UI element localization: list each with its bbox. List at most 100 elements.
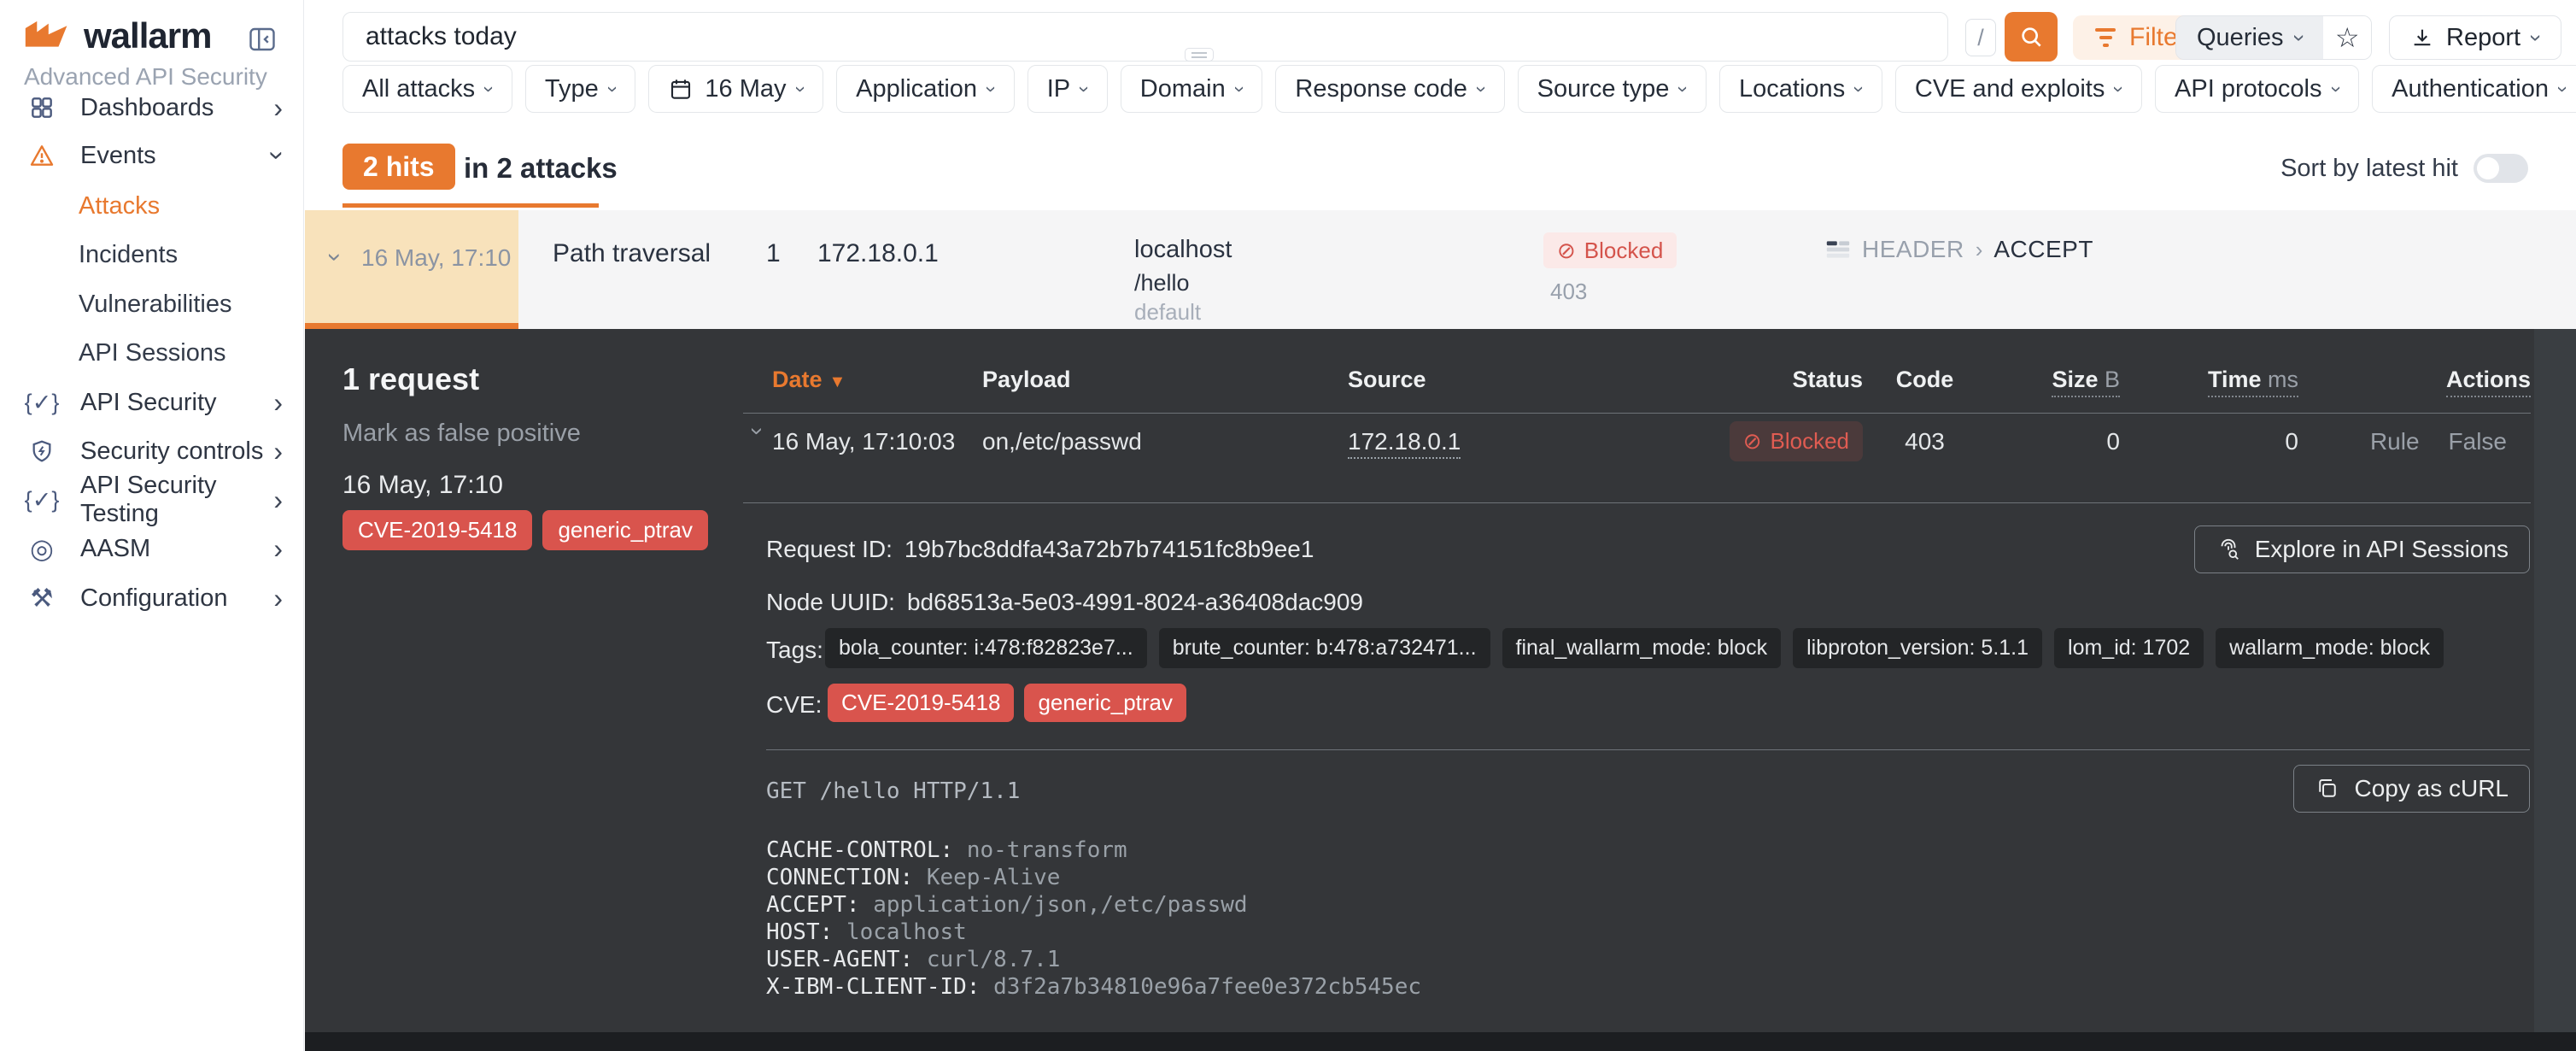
chevron-down-icon: › <box>2286 34 2312 42</box>
attack-date-cell[interactable]: › 16 May, 17:10 <box>305 210 518 329</box>
attack-detail-badges: CVE-2019-5418 generic_ptrav <box>342 510 708 550</box>
status-badge: ⊘Blocked <box>1730 421 1863 461</box>
column-header-payload[interactable]: Payload <box>982 367 1348 393</box>
sidebar-item-incidents[interactable]: Incidents <box>79 237 284 273</box>
sort-desc-icon: ▼ <box>829 373 846 391</box>
sidebar-item-label: Security controls <box>80 437 263 466</box>
column-header-time[interactable]: Time ms <box>2120 367 2298 393</box>
brand-logo: wallarm <box>24 15 211 56</box>
sort-toggle[interactable] <box>2474 154 2528 183</box>
sidebar-item-label: Dashboards <box>80 94 214 122</box>
http-header-line: HOST: localhost <box>766 919 1421 946</box>
rule-action-link[interactable]: Rule <box>2370 428 2420 455</box>
attack-point-group: HEADER <box>1862 236 1964 263</box>
filter-chip-ip[interactable]: IP› <box>1027 65 1108 113</box>
tag-chip[interactable]: lom_id: 1702 <box>2054 628 2204 668</box>
chevron-down-icon: › <box>265 151 292 161</box>
cve-badge[interactable]: CVE-2019-5418 <box>828 684 1014 722</box>
false-action-link[interactable]: False <box>2449 428 2507 455</box>
sidebar-item-aasm[interactable]: ◎ AASM › <box>26 531 284 567</box>
favorite-star-button[interactable]: ☆ <box>2323 16 2371 59</box>
breadcrumb-separator: › <box>1976 237 1983 263</box>
chevron-right-icon: › <box>273 584 283 612</box>
tag-chip[interactable]: bola_counter: i:478:f82823e7... <box>825 628 1147 668</box>
tag-chip[interactable]: libproton_version: 5.1.1 <box>1793 628 2042 668</box>
calendar-icon <box>668 76 694 102</box>
star-icon: ☆ <box>2335 21 2360 54</box>
http-header-line: X-IBM-CLIENT-ID: d3f2a7b34810e96a7fee0e3… <box>766 973 1421 1001</box>
sort-label: Sort by latest hit <box>2280 155 2458 183</box>
attack-point: HEADER › ACCEPT <box>1825 236 2093 263</box>
cve-badge[interactable]: CVE-2019-5418 <box>342 510 532 550</box>
report-button[interactable]: Report › <box>2389 15 2561 60</box>
attack-response-code: 403 <box>1550 279 1587 305</box>
table-divider <box>743 502 2531 503</box>
filter-chip-locations[interactable]: Locations› <box>1719 65 1882 113</box>
explore-button-label: Explore in API Sessions <box>2255 536 2509 563</box>
mark-false-positive-link[interactable]: Mark as false positive <box>342 420 581 448</box>
chevron-right-icon: › <box>273 437 283 465</box>
sidebar-item-events[interactable]: Events › <box>26 138 284 173</box>
cve-badge[interactable]: generic_ptrav <box>542 510 708 550</box>
column-header-size[interactable]: Size B <box>1987 367 2120 393</box>
sidebar-collapse-icon[interactable] <box>247 24 278 55</box>
sidebar-item-api-security[interactable]: {✓} API Security › <box>26 385 284 420</box>
filter-chip-api-protocols[interactable]: API protocols› <box>2155 65 2359 113</box>
wallarm-logo-icon <box>24 19 70 53</box>
filters-drag-handle[interactable] <box>1185 48 1214 62</box>
column-header-code[interactable]: Code <box>1863 367 1987 393</box>
chevron-right-icon: › <box>273 94 283 121</box>
search-input[interactable] <box>343 22 1947 51</box>
chevron-down-icon: › <box>478 85 501 92</box>
tag-chip[interactable]: brute_counter: b:478:a732471... <box>1159 628 1490 668</box>
attack-detail-date: 16 May, 17:10 <box>342 471 503 500</box>
column-header-actions[interactable]: Actions <box>2298 367 2531 393</box>
sidebar-item-label: AASM <box>80 535 150 563</box>
attack-hit-count: 1 <box>766 239 781 268</box>
toggle-knob <box>2477 157 2499 179</box>
filter-chip-date[interactable]: 16 May› <box>648 65 823 113</box>
sidebar-item-api-security-testing[interactable]: {✓} API Security Testing › <box>26 482 284 518</box>
request-source-link[interactable]: 172.18.0.1 <box>1348 428 1461 459</box>
column-header-source[interactable]: Source <box>1348 367 1707 393</box>
filter-chip-all-attacks[interactable]: All attacks› <box>342 65 512 113</box>
filter-chip-authentication[interactable]: Authentication› <box>2372 65 2576 113</box>
table-row[interactable]: › 16 May, 17:10:03 on,/etc/passwd 172.18… <box>743 421 2531 461</box>
report-button-label: Report <box>2446 24 2520 52</box>
filter-chip-row: All attacks› Type› 16 May› Application› … <box>342 65 2576 113</box>
warning-triangle-icon <box>26 142 58 169</box>
search-button[interactable] <box>2005 12 2058 62</box>
tag-chip[interactable]: final_wallarm_mode: block <box>1502 628 1782 668</box>
copy-as-curl-button[interactable]: Copy as cURL <box>2293 765 2530 813</box>
filter-chip-type[interactable]: Type› <box>525 65 636 113</box>
column-header-date[interactable]: Date▼ <box>772 367 982 393</box>
cve-list: CVE-2019-5418 generic_ptrav <box>828 684 1186 722</box>
filter-chip-cve-exploits[interactable]: CVE and exploits› <box>1895 65 2142 113</box>
chevron-right-icon: › <box>273 486 283 514</box>
filter-chip-application[interactable]: Application› <box>836 65 1015 113</box>
filter-icon <box>2095 28 2116 47</box>
cve-badge[interactable]: generic_ptrav <box>1024 684 1186 722</box>
sidebar-item-configuration[interactable]: ⚒ Configuration › <box>26 580 284 616</box>
chevron-down-icon[interactable]: › <box>744 427 771 456</box>
column-header-status[interactable]: Status <box>1707 367 1863 393</box>
panel-scroll-gutter[interactable] <box>2534 329 2576 1032</box>
sidebar-item-label: Configuration <box>80 584 228 613</box>
filter-chip-domain[interactable]: Domain› <box>1121 65 1263 113</box>
filter-chip-source-type[interactable]: Source type› <box>1518 65 1707 113</box>
sidebar-item-dashboards[interactable]: Dashboards › <box>26 90 284 126</box>
queries-button[interactable]: Queries › <box>2176 16 2323 59</box>
tag-chip[interactable]: wallarm_mode: block <box>2216 628 2444 668</box>
explore-api-sessions-button[interactable]: Explore in API Sessions <box>2194 526 2530 573</box>
node-uuid-value: bd68513a-5e03-4991-8024-a36408dac909 <box>907 589 1363 615</box>
sidebar-item-security-controls[interactable]: Security controls › <box>26 433 284 469</box>
sidebar-item-attacks[interactable]: Attacks <box>79 188 284 224</box>
sidebar-item-label: Events <box>80 142 156 170</box>
attack-row[interactable]: › 16 May, 17:10 Path traversal 1 172.18.… <box>305 210 2576 329</box>
request-time: 0 <box>2120 428 2298 455</box>
main-content: / Filter Queries › ☆ Report › All attack… <box>305 0 2576 1051</box>
filter-chip-response-code[interactable]: Response code› <box>1275 65 1504 113</box>
http-headers: CACHE-CONTROL: no-transform CONNECTION: … <box>766 837 1421 1001</box>
sidebar-item-vulnerabilities[interactable]: Vulnerabilities <box>79 286 284 322</box>
sidebar-item-api-sessions[interactable]: API Sessions <box>79 335 284 371</box>
